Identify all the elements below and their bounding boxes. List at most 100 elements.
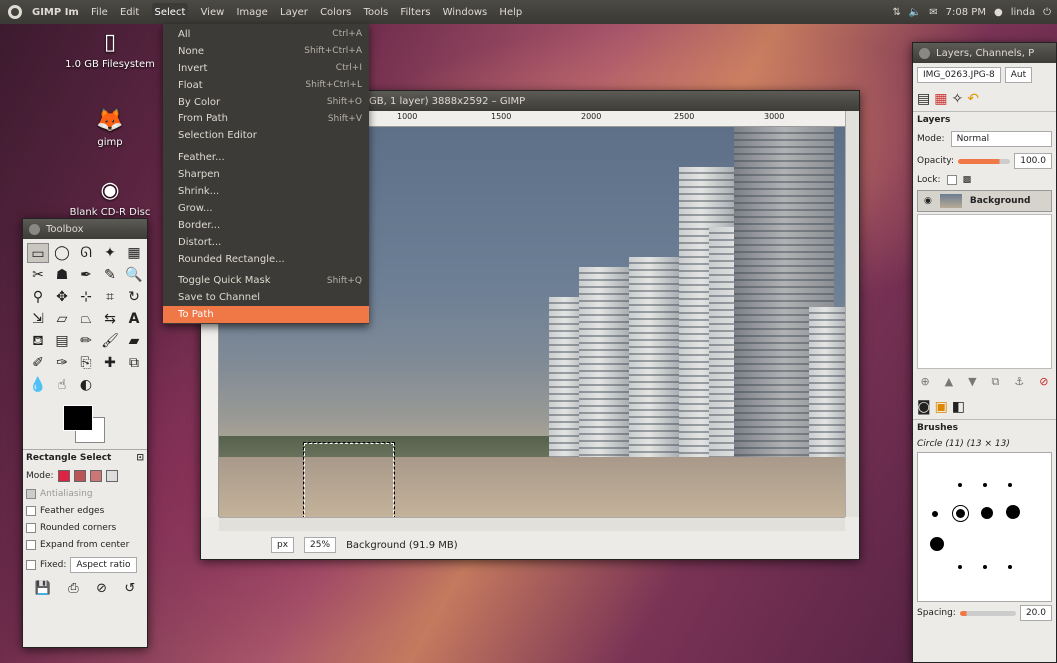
rectangle-selection[interactable] [303, 442, 395, 517]
menu-item-toggle-quick-mask[interactable]: Toggle Quick Mask Shift+Q [163, 272, 369, 289]
spacing-slider[interactable] [959, 610, 1016, 616]
free-select-tool-icon[interactable]: ᘏ [75, 243, 97, 263]
mail-icon[interactable]: ✉ [929, 7, 937, 18]
layers-tab-icon[interactable]: ▤ [917, 91, 930, 107]
menu-select[interactable]: Select [151, 2, 189, 22]
menu-tools[interactable]: Tools [364, 7, 389, 18]
opacity-field[interactable]: 100.0 [1014, 153, 1052, 169]
opacity-slider[interactable] [958, 158, 1011, 164]
menu-item-invert[interactable]: Invert Ctrl+I [163, 60, 369, 77]
foreground-color-swatch[interactable] [63, 405, 93, 431]
close-icon[interactable] [919, 47, 930, 59]
crop-tool-icon[interactable]: ⌗ [99, 287, 121, 307]
new-layer-icon[interactable]: ⊕ [920, 375, 929, 389]
text-tool-icon[interactable]: A [123, 309, 145, 329]
paths-tab-icon[interactable]: ✧ [951, 91, 963, 107]
eraser-tool-icon[interactable]: ▰ [123, 331, 145, 351]
rotate-tool-icon[interactable]: ↻ [123, 287, 145, 307]
menu-item-distort[interactable]: Distort... [163, 234, 369, 251]
menu-item-to-path[interactable]: To Path [163, 306, 369, 324]
ellipse-select-tool-icon[interactable]: ◯ [51, 243, 73, 263]
layer-mode-dropdown[interactable]: Normal [950, 131, 1052, 147]
save-options-icon[interactable]: 💾 [35, 581, 51, 596]
zoom-dropdown[interactable]: 25% [304, 537, 337, 553]
mode-add-button[interactable] [73, 470, 86, 482]
menu-item-none[interactable]: None Shift+Ctrl+A [163, 43, 369, 60]
perspective-tool-icon[interactable]: ⏢ [75, 309, 97, 329]
blend-tool-icon[interactable]: ▤ [51, 331, 73, 351]
menu-file[interactable]: File [91, 7, 108, 18]
layer-list-empty-area[interactable] [917, 214, 1052, 369]
channels-tab-icon[interactable]: ▦ [934, 91, 947, 107]
color-select-tool-icon[interactable]: ▦ [123, 243, 145, 263]
menu-item-rounded-rectangle[interactable]: Rounded Rectangle... [163, 251, 369, 268]
menu-edit[interactable]: Edit [120, 7, 139, 18]
smudge-tool-icon[interactable]: ☝ [51, 375, 73, 395]
shear-tool-icon[interactable]: ▱ [51, 309, 73, 329]
menu-item-grow[interactable]: Grow... [163, 200, 369, 217]
clone-tool-icon[interactable]: ⎘ [75, 353, 97, 373]
ink-tool-icon[interactable]: ✑ [51, 353, 73, 373]
rounded-checkbox[interactable] [26, 523, 36, 533]
menu-windows[interactable]: Windows [443, 7, 488, 18]
clock[interactable]: 7:08 PM [946, 7, 986, 18]
measure-tool-icon[interactable]: ⚲ [27, 287, 49, 307]
network-icon[interactable]: ⇅ [892, 7, 900, 18]
mode-replace-button[interactable] [57, 470, 70, 482]
scissors-tool-icon[interactable]: ✂ [27, 265, 49, 285]
patterns-tab-icon[interactable]: ▣ [935, 399, 948, 415]
menu-image[interactable]: Image [236, 7, 267, 18]
menu-item-all[interactable]: All Ctrl+A [163, 26, 369, 43]
raise-layer-icon[interactable]: ▲ [945, 375, 953, 389]
menu-item-sharpen[interactable]: Sharpen [163, 166, 369, 183]
lower-layer-icon[interactable]: ▼ [968, 375, 976, 389]
user-name[interactable]: linda [1011, 7, 1035, 18]
menu-item-from-path[interactable]: From Path Shift+V [163, 110, 369, 127]
dock-titlebar[interactable]: Layers, Channels, P [913, 43, 1056, 63]
mode-intersect-button[interactable] [105, 470, 118, 482]
menu-help[interactable]: Help [499, 7, 522, 18]
reset-options-icon[interactable]: ⊘ [96, 581, 107, 596]
mode-subtract-button[interactable] [89, 470, 102, 482]
lock-checkbox[interactable] [946, 175, 957, 185]
scale-tool-icon[interactable]: ⇲ [27, 309, 49, 329]
desktop-icon-filesystem[interactable]: ▯ 1.0 GB Filesystem [60, 30, 160, 70]
restore-icon[interactable]: ⊡ [136, 453, 144, 463]
antialiasing-checkbox[interactable] [26, 489, 36, 499]
foreground-select-tool-icon[interactable]: ☗ [51, 265, 73, 285]
fixed-checkbox[interactable] [26, 560, 36, 570]
horizontal-scrollbar[interactable] [219, 517, 845, 531]
zoom-tool-icon[interactable]: 🔍 [123, 265, 145, 285]
desktop-icon-gimp[interactable]: 🦊 gimp [60, 108, 160, 148]
blur-tool-icon[interactable]: 💧 [27, 375, 49, 395]
delete-layer-icon[interactable]: ⊘ [1039, 375, 1048, 389]
flip-tool-icon[interactable]: ⇆ [99, 309, 121, 329]
menu-item-float[interactable]: Float Shift+Ctrl+L [163, 77, 369, 94]
perspective-clone-tool-icon[interactable]: ⧉ [123, 353, 145, 373]
undo-tab-icon[interactable]: ↶ [967, 91, 979, 107]
brushes-tab-icon[interactable]: ◙ [917, 399, 931, 415]
fuzzy-select-tool-icon[interactable]: ✦ [99, 243, 121, 263]
menu-colors[interactable]: Colors [320, 7, 351, 18]
menu-item-selection-editor[interactable]: Selection Editor [163, 127, 369, 144]
anchor-layer-icon[interactable]: ⚓ [1014, 375, 1024, 389]
expand-checkbox[interactable] [26, 540, 36, 550]
image-select-dropdown[interactable]: IMG_0263.JPG-8 [917, 67, 1001, 83]
volume-icon[interactable]: 🔈 [909, 7, 921, 18]
color-picker-tool-icon[interactable]: ✎ [99, 265, 121, 285]
paths-tool-icon[interactable]: ✒ [75, 265, 97, 285]
airbrush-tool-icon[interactable]: ✐ [27, 353, 49, 373]
dodge-tool-icon[interactable]: ◐ [75, 375, 97, 395]
rect-select-tool-icon[interactable]: ▭ [27, 243, 49, 263]
fixed-dropdown[interactable]: Aspect ratio [70, 557, 137, 573]
spacing-field[interactable]: 20.0 [1019, 605, 1052, 621]
brush-grid[interactable] [917, 452, 1052, 602]
paintbrush-tool-icon[interactable]: 🖌 [99, 331, 121, 351]
menu-item-save-to-channel[interactable]: Save to Channel [163, 289, 369, 306]
move-tool-icon[interactable]: ✥ [51, 287, 73, 307]
auto-button[interactable]: Aut [1004, 67, 1033, 83]
gradients-tab-icon[interactable]: ◧ [952, 399, 965, 415]
feather-checkbox[interactable] [26, 506, 36, 516]
pencil-tool-icon[interactable]: ✏ [75, 331, 97, 351]
menu-filters[interactable]: Filters [400, 7, 430, 18]
